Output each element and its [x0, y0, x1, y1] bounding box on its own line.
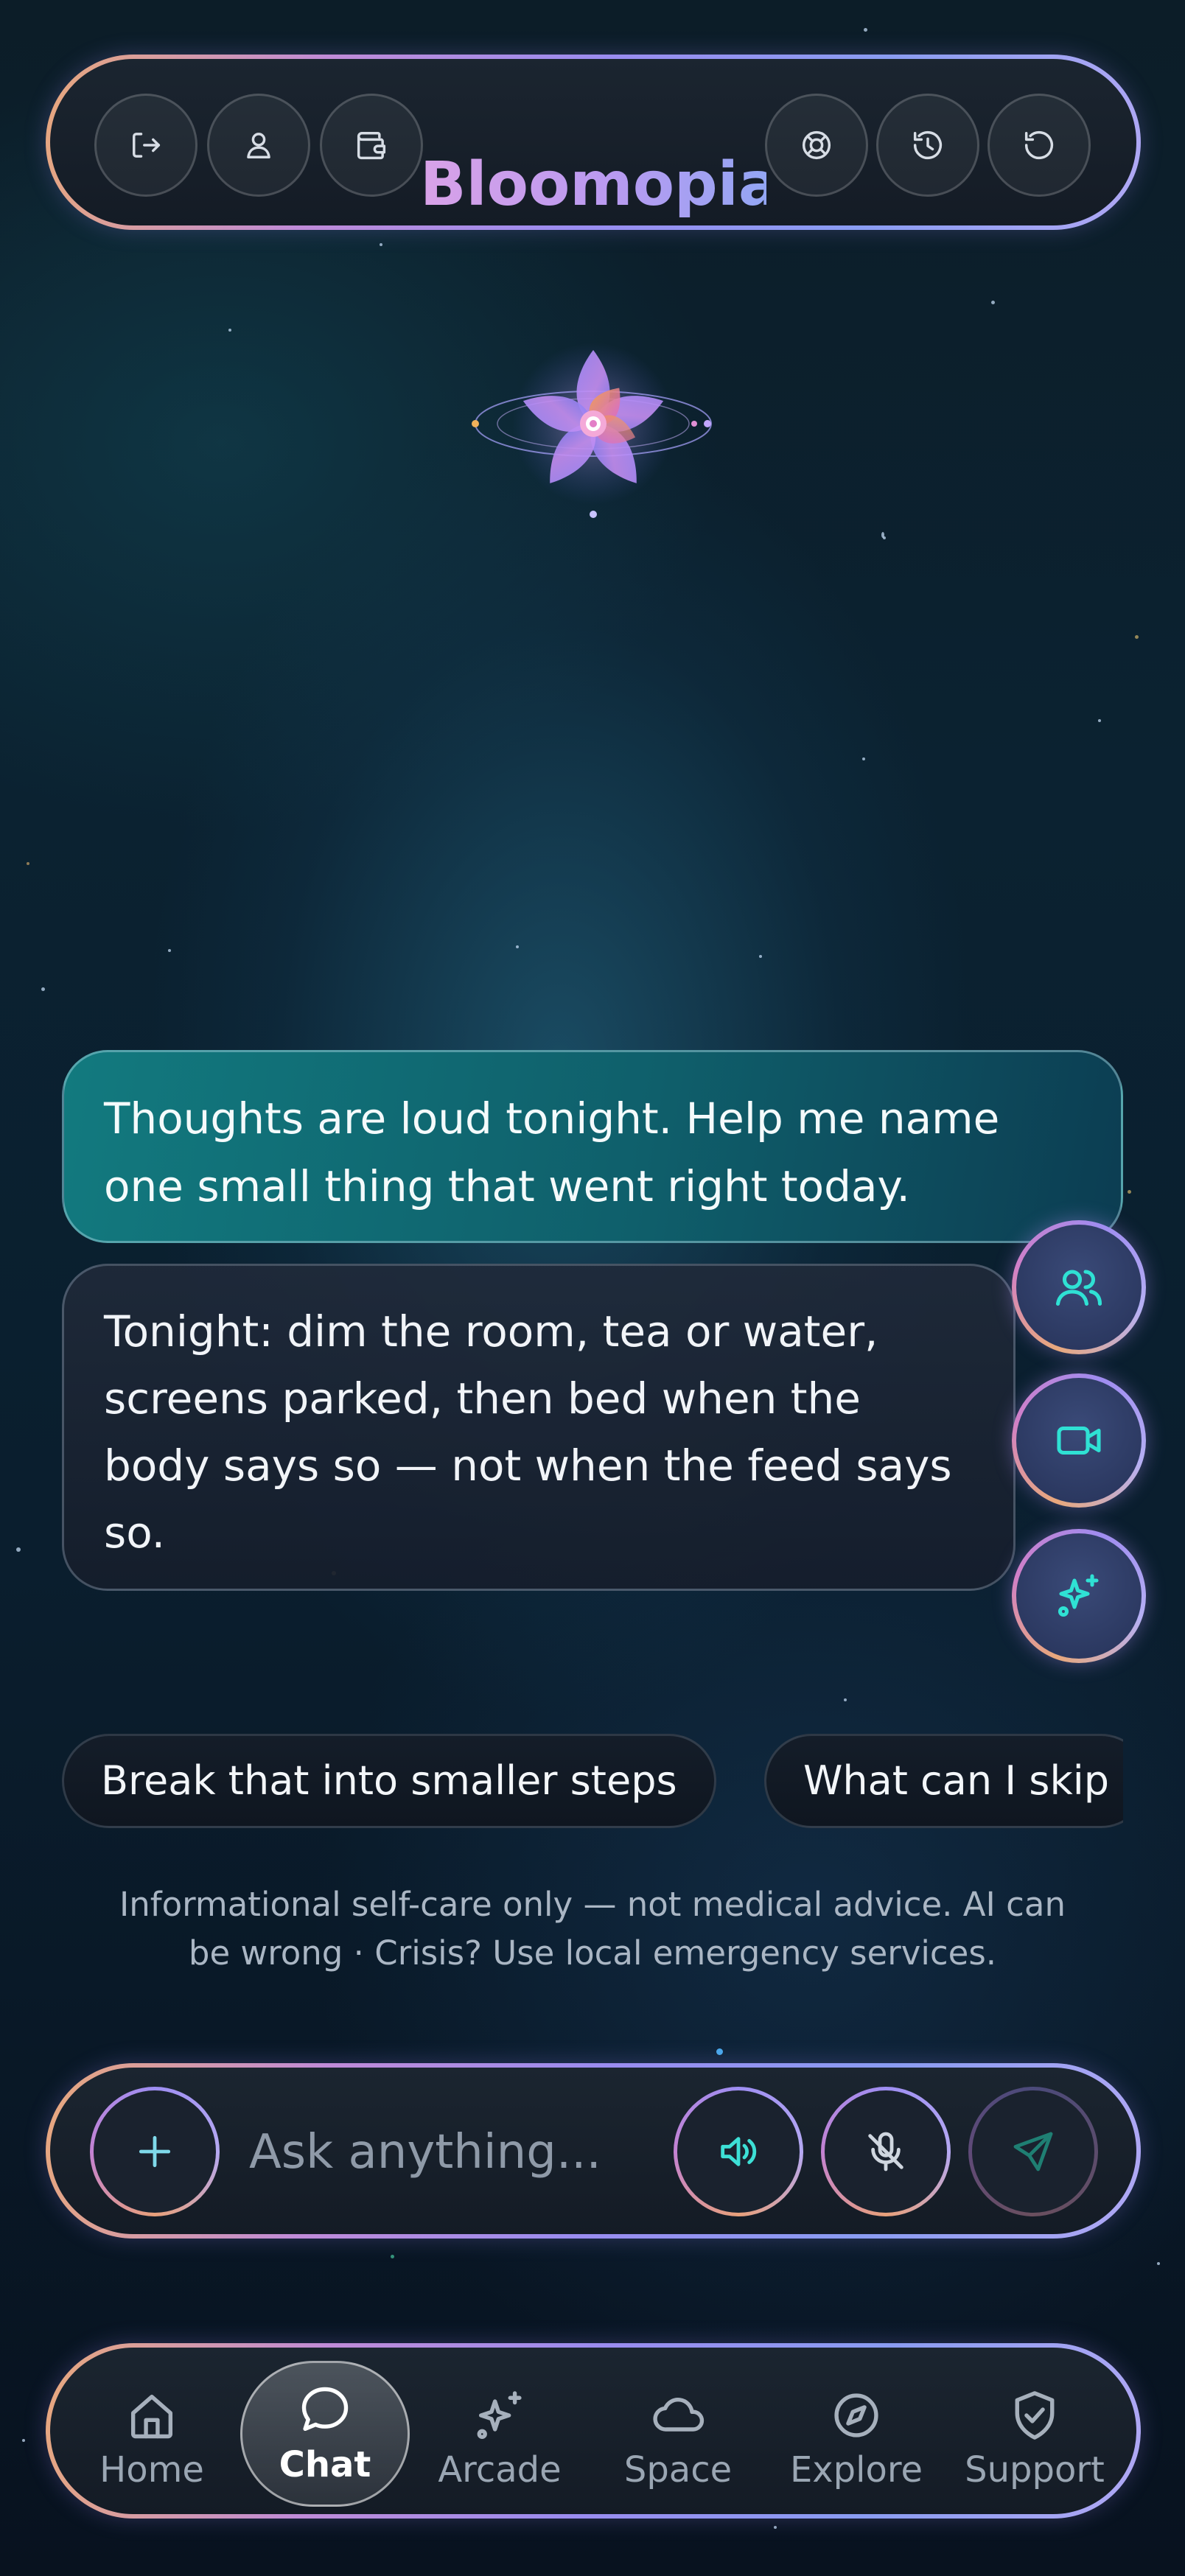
user-message-text: Thoughts are loud tonight. Help me name …	[104, 1093, 1000, 1211]
people-icon	[1055, 1270, 1102, 1306]
assistant-message-text: Tonight: dim the room, tea or water, scr…	[104, 1306, 952, 1558]
suggestion-chips: Break that into smaller steps What can I…	[62, 1724, 1123, 1842]
wallet-button[interactable]	[320, 94, 423, 197]
plus-icon	[139, 2135, 171, 2168]
composer-bar	[46, 2063, 1141, 2239]
attach-button[interactable]	[90, 2087, 220, 2216]
help-button[interactable]	[765, 94, 868, 197]
nav-arcade[interactable]: Arcade	[419, 2365, 581, 2513]
history-icon	[913, 130, 943, 160]
nav-label: Arcade	[438, 2449, 562, 2491]
nav-space[interactable]: Space	[597, 2365, 759, 2513]
nav-label: Space	[623, 2449, 733, 2491]
send-icon	[1013, 2132, 1053, 2171]
nav-explore[interactable]: Explore	[775, 2365, 937, 2513]
nav-label: Support	[965, 2449, 1105, 2491]
bloomopia-logo	[457, 317, 730, 531]
sparkles-icon	[1058, 1574, 1099, 1617]
user-message: Thoughts are loud tonight. Help me name …	[62, 1050, 1123, 1243]
mic-off-icon	[868, 2132, 903, 2171]
reset-button[interactable]	[988, 94, 1091, 197]
profile-icon	[247, 133, 270, 158]
speaker-button[interactable]	[674, 2087, 803, 2216]
nav-chat[interactable]: Chat	[240, 2361, 410, 2507]
nav-label: Chat	[279, 2444, 371, 2485]
ai-magic-button[interactable]	[1012, 1529, 1146, 1663]
sparkle-icon	[477, 2391, 522, 2439]
chat-input[interactable]	[249, 2097, 691, 2208]
reset-icon	[1024, 130, 1054, 160]
cloud-icon	[653, 2398, 705, 2432]
shield-icon	[1015, 2391, 1055, 2440]
profile-button[interactable]	[207, 94, 310, 197]
community-button[interactable]	[1012, 1220, 1146, 1354]
video-call-button[interactable]	[1012, 1373, 1146, 1508]
send-button[interactable]	[968, 2087, 1098, 2216]
home-icon	[130, 2394, 173, 2439]
chat-icon	[301, 2387, 349, 2432]
bottom-nav: Home Chat Arcade Space Explore Support	[46, 2343, 1141, 2519]
app-title: Bloomopia	[420, 144, 779, 225]
logout-icon	[133, 133, 161, 158]
wallet-icon	[357, 132, 386, 160]
mic-button[interactable]	[821, 2087, 951, 2216]
help-lifebuoy-icon	[802, 130, 831, 160]
video-icon	[1057, 1426, 1101, 1455]
logout-button[interactable]	[94, 94, 198, 197]
nav-support[interactable]: Support	[954, 2365, 1116, 2513]
nav-label: Home	[99, 2449, 204, 2491]
disclaimer-text: Informational self-care only — not medic…	[119, 1885, 1066, 1973]
suggestion-chip[interactable]: What can I skip	[764, 1734, 1123, 1828]
nav-home[interactable]: Home	[71, 2365, 233, 2513]
suggestion-chip[interactable]: Break that into smaller steps	[62, 1734, 716, 1828]
assistant-message: Tonight: dim the room, tea or water, scr…	[62, 1264, 1016, 1591]
history-button[interactable]	[876, 94, 979, 197]
compass-icon	[834, 2393, 878, 2437]
nav-label: Explore	[789, 2449, 923, 2491]
speaker-icon	[721, 2137, 757, 2166]
